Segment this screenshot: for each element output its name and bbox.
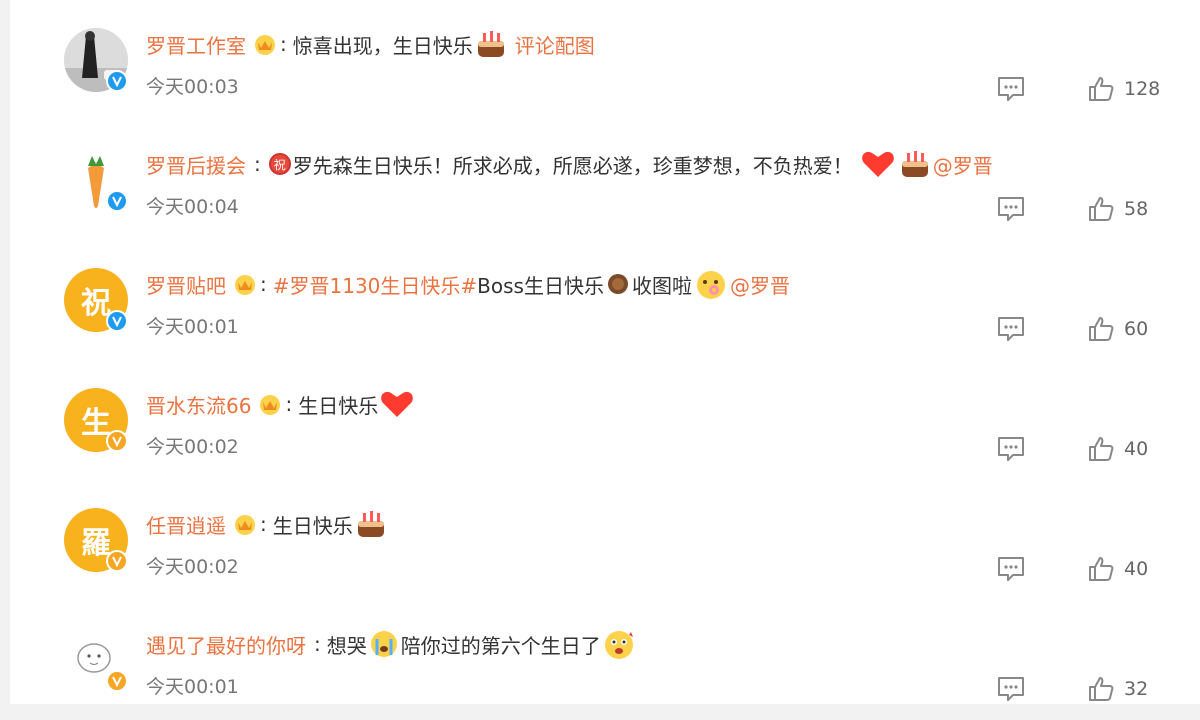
- timestamp: 今天00:01: [146, 676, 239, 698]
- reply-comment-icon[interactable]: [997, 556, 1025, 582]
- heart-emoji-icon: [381, 391, 414, 417]
- flower-face-emoji-icon: [696, 271, 725, 299]
- cake-emoji-icon: [357, 511, 384, 537]
- like-thumb-icon[interactable]: [1088, 196, 1114, 222]
- verified-badge-icon: [106, 70, 128, 92]
- username-link[interactable]: 遇见了最好的你呀: [146, 630, 306, 659]
- like-count: 32: [1124, 678, 1149, 700]
- blessing-badge-icon: 祝: [268, 153, 291, 175]
- mention-link[interactable]: @罗晋: [730, 270, 790, 299]
- like-count: 128: [1124, 78, 1161, 100]
- like-thumb-icon[interactable]: [1088, 556, 1114, 582]
- timestamp: 今天00:04: [146, 196, 239, 218]
- like-thumb-icon[interactable]: [1088, 436, 1114, 462]
- crying-emoji-icon: [370, 631, 397, 657]
- crown-vip-icon: [235, 275, 255, 295]
- crown-vip-icon: [235, 515, 255, 535]
- comment-item: 遇见了最好的你呀 : 想哭 陪你过的第六个生日了 今天00:01 32: [10, 600, 1200, 720]
- comment-item: 罗晋工作室 : 惊喜出现，生日快乐 评论配图 今天00:03 128: [10, 0, 1200, 120]
- comment-item: 罗晋后援会 : 祝 罗先森生日快乐！所求必成，所愿必遂，珍重梦想，不负热爱！ @…: [10, 120, 1200, 240]
- verified-badge-icon: [106, 670, 128, 692]
- verified-badge-icon: [106, 430, 128, 452]
- cake-emoji-icon: [477, 31, 504, 57]
- reply-comment-icon[interactable]: [997, 316, 1025, 342]
- avatar[interactable]: [64, 628, 128, 692]
- like-thumb-icon[interactable]: [1088, 676, 1114, 702]
- verified-badge-icon: [106, 190, 128, 212]
- reply-comment-icon[interactable]: [997, 676, 1025, 702]
- comment-text-2: 陪你过的第六个生日了: [400, 633, 601, 658]
- like-thumb-icon[interactable]: [1088, 76, 1114, 102]
- timestamp: 今天00:01: [146, 316, 239, 338]
- username-link[interactable]: 罗晋后援会: [146, 150, 246, 179]
- verified-badge-icon: [106, 310, 128, 332]
- avatar[interactable]: [64, 148, 128, 212]
- timestamp: 今天00:02: [146, 436, 239, 458]
- verified-badge-icon: [106, 550, 128, 572]
- heart-emoji-icon: [861, 151, 894, 177]
- crown-vip-icon: [255, 35, 275, 55]
- comment-text: Boss生日快乐: [477, 273, 604, 298]
- reply-comment-icon[interactable]: [997, 436, 1025, 462]
- avatar[interactable]: 生: [64, 388, 128, 452]
- username-link[interactable]: 罗晋工作室: [146, 30, 246, 59]
- timestamp: 今天00:02: [146, 556, 239, 578]
- like-count: 40: [1124, 438, 1149, 460]
- crown-vip-icon: [260, 395, 281, 415]
- like-count: 58: [1124, 198, 1149, 220]
- comment-item: 祝 罗晋贴吧 : #罗晋1130生日快乐# Boss生日快乐 收图啦 @罗晋 今…: [10, 240, 1200, 360]
- comment-text: 想哭: [326, 633, 367, 658]
- comment-panel: 罗晋工作室 : 惊喜出现，生日快乐 评论配图 今天00:03 128 罗晋后援会…: [10, 0, 1200, 704]
- comment-text-2: 收图啦: [631, 273, 692, 298]
- like-count: 40: [1124, 558, 1149, 580]
- comment-item: 生 晋水东流66 : 生日快乐 今天00:02 40: [10, 360, 1200, 480]
- mention-link[interactable]: @罗晋: [933, 150, 993, 179]
- mooncake-emoji-icon: [607, 274, 628, 294]
- username-link[interactable]: 晋水东流66: [146, 390, 251, 419]
- avatar[interactable]: 祝: [64, 268, 128, 332]
- comment-text: 惊喜出现，生日快乐: [292, 33, 473, 58]
- excited-face-emoji-icon: [604, 631, 633, 659]
- username-link[interactable]: 罗晋贴吧: [146, 270, 226, 299]
- cake-emoji-icon: [901, 151, 928, 177]
- hashtag-link[interactable]: #罗晋1130生日快乐#: [273, 270, 477, 299]
- comment-text: 生日快乐: [298, 393, 379, 418]
- avatar[interactable]: [64, 28, 128, 92]
- comment-image-link[interactable]: 评论配图: [515, 30, 595, 59]
- comment-text: 生日快乐: [272, 513, 353, 538]
- avatar[interactable]: 羅: [64, 508, 128, 572]
- reply-comment-icon[interactable]: [997, 76, 1025, 102]
- reply-comment-icon[interactable]: [997, 196, 1025, 222]
- like-thumb-icon[interactable]: [1088, 316, 1114, 342]
- comment-text: 罗先森生日快乐！所求必成，所愿必遂，珍重梦想，不负热爱！: [292, 153, 853, 178]
- like-count: 60: [1124, 318, 1149, 340]
- username-link[interactable]: 任晋逍遥: [146, 510, 226, 539]
- comment-item: 羅 任晋逍遥 : 生日快乐 今天00:02 40: [10, 480, 1200, 600]
- timestamp: 今天00:03: [146, 76, 239, 98]
